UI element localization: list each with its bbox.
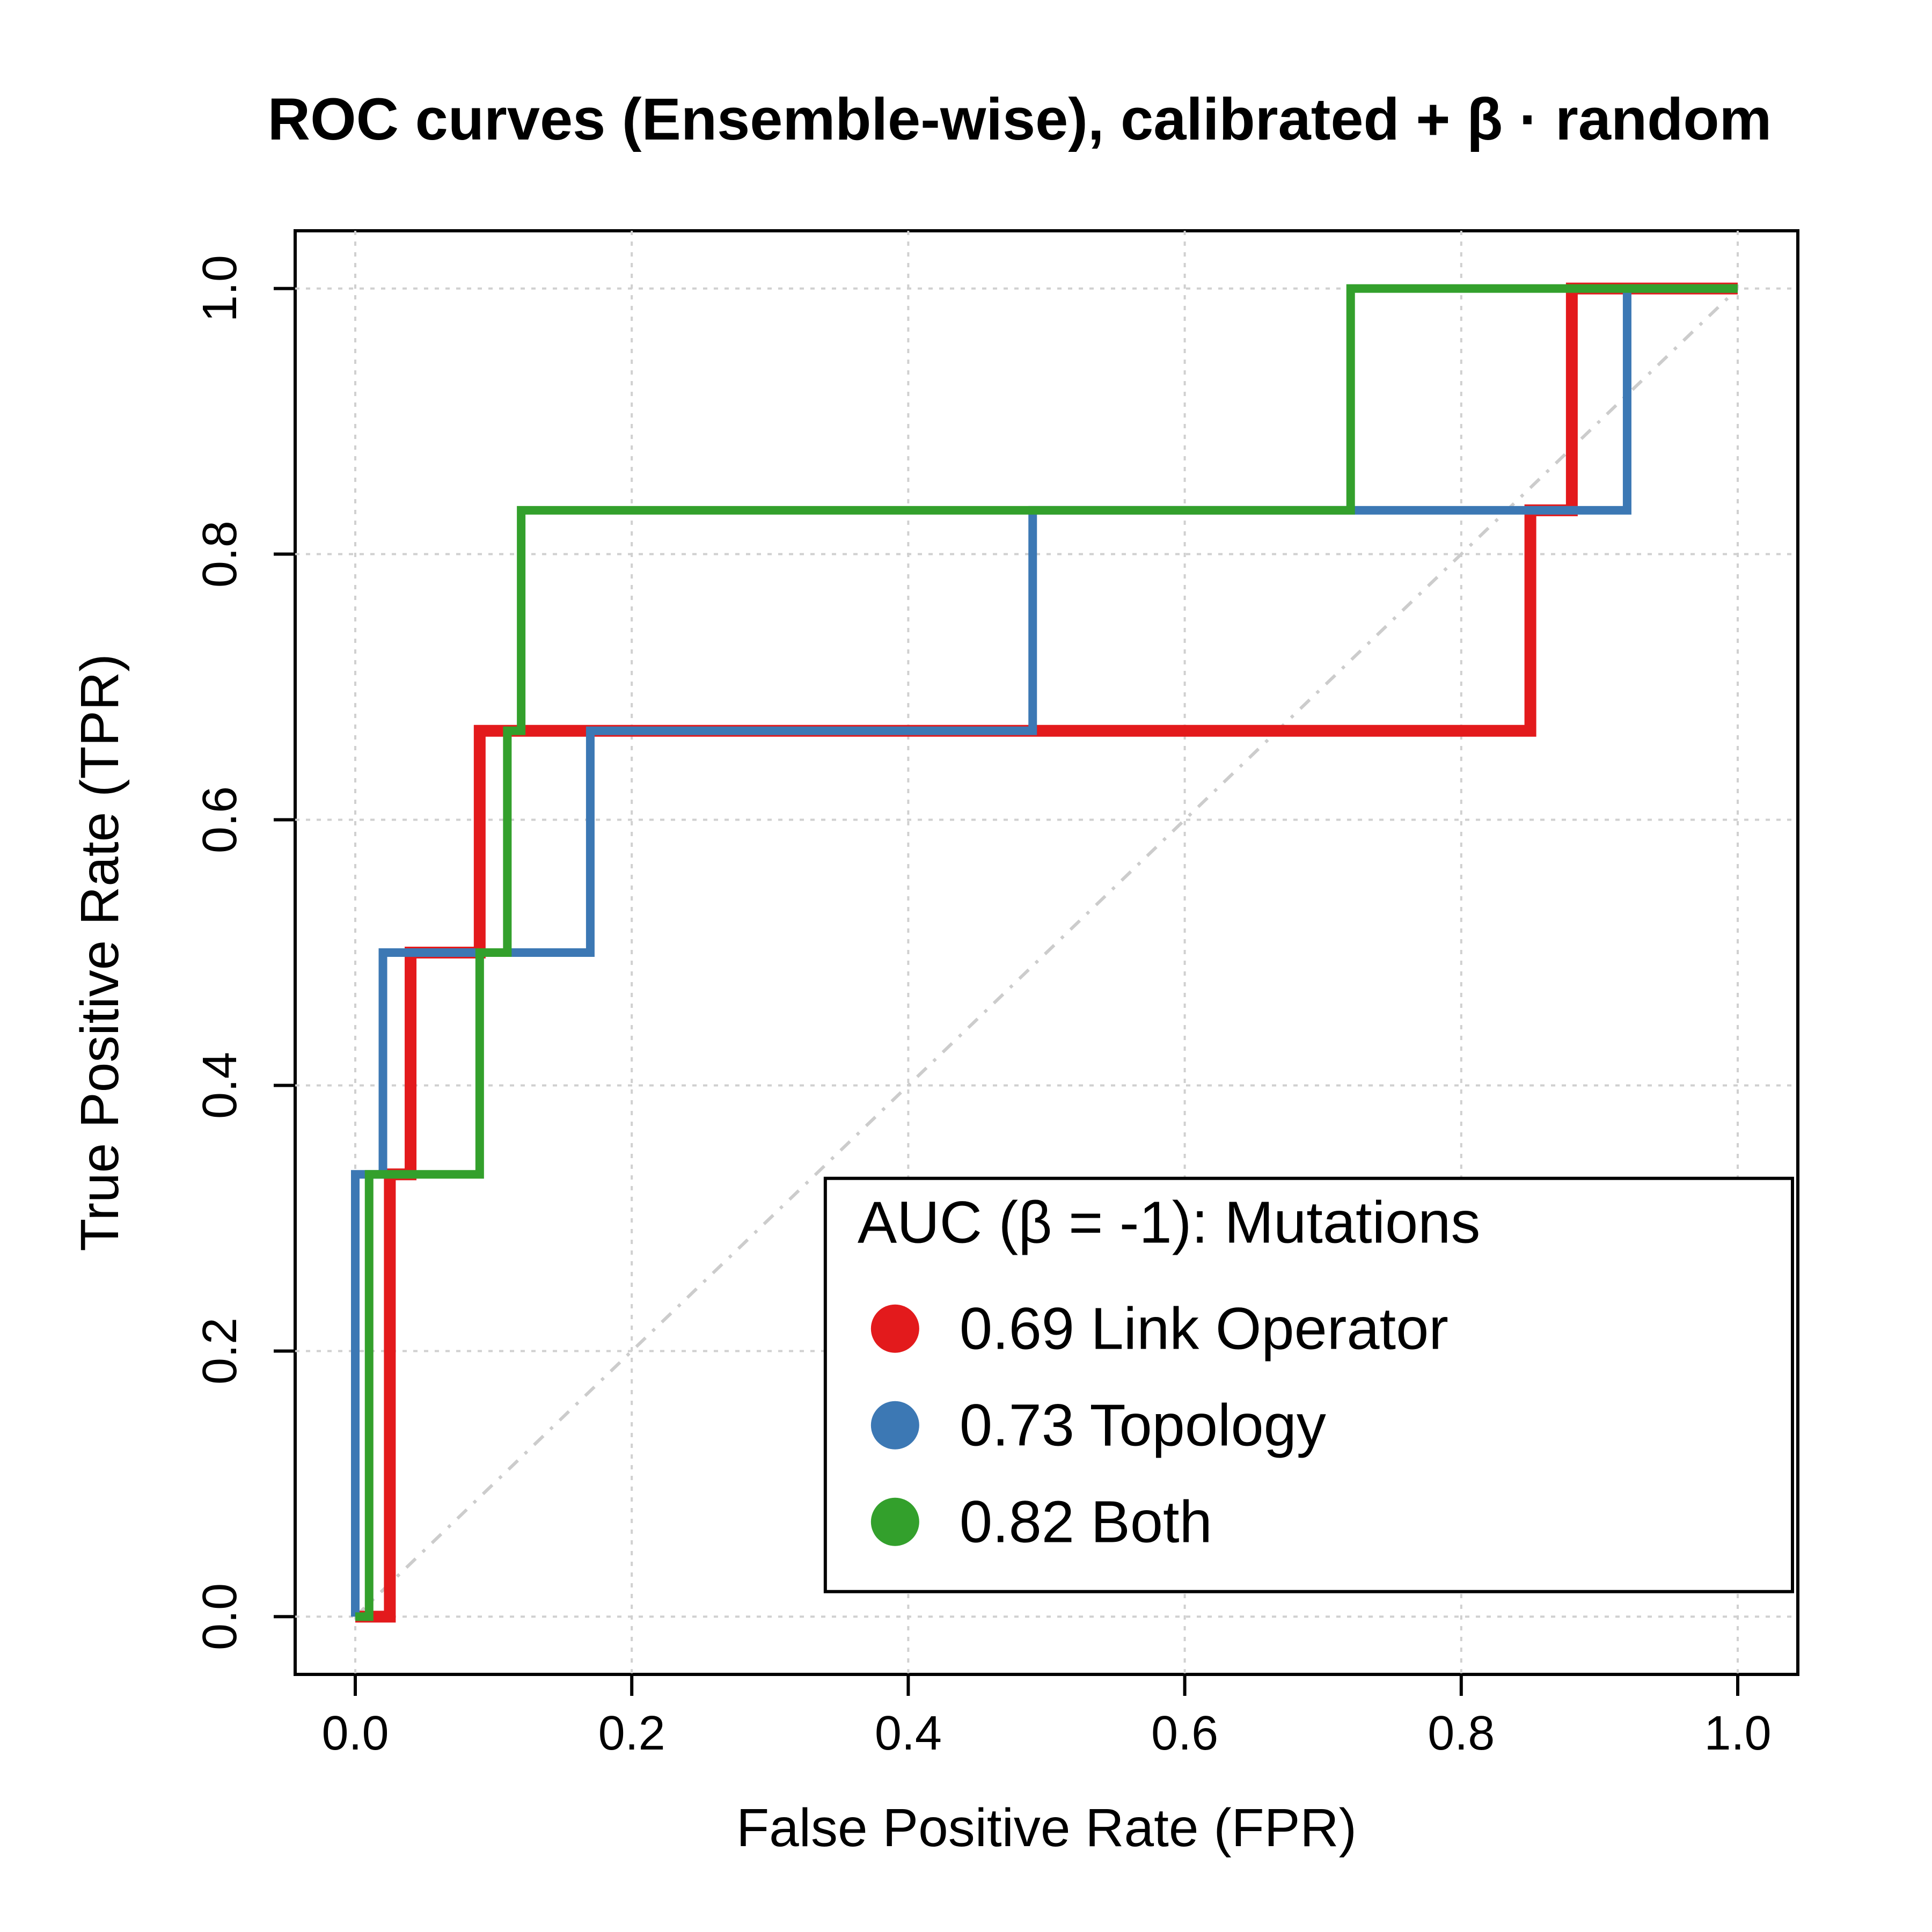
legend-marker [871,1401,919,1450]
legend-marker [871,1498,919,1546]
legend: AUC (β = -1): Mutations 0.69 Link Operat… [825,1179,1792,1592]
x-tick-label: 0.2 [598,1707,665,1760]
roc-chart: ROC curves (Ensemble-wise), calibrated +… [0,0,1932,1932]
chart-title: ROC curves (Ensemble-wise), calibrated +… [268,86,1772,152]
legend-item-label: 0.73 Topology [960,1393,1326,1459]
x-tick-label: 0.4 [875,1707,942,1760]
y-tick-label: 0.2 [193,1318,247,1385]
x-tick-label: 0.6 [1151,1707,1218,1760]
legend-marker [871,1305,919,1353]
y-tick-label: 0.0 [193,1583,247,1650]
legend-title: AUC (β = -1): Mutations [858,1190,1481,1256]
x-tick-label: 1.0 [1704,1707,1771,1760]
legend-item-label: 0.82 Both [960,1489,1212,1555]
y-tick-label: 1.0 [193,255,247,322]
y-axis-label: True Positive Rate (TPR) [70,654,130,1251]
x-axis-ticks: 0.0 0.2 0.4 0.6 0.8 1.0 [321,1674,1771,1760]
y-axis-ticks: 0.0 0.2 0.4 0.6 0.8 1.0 [193,255,295,1650]
x-tick-label: 0.0 [321,1707,389,1760]
x-axis-label: False Positive Rate (FPR) [736,1798,1357,1858]
y-tick-label: 0.4 [193,1052,247,1119]
x-tick-label: 0.8 [1428,1707,1495,1760]
legend-item-label: 0.69 Link Operator [960,1296,1448,1362]
y-tick-label: 0.6 [193,786,247,853]
y-tick-label: 0.8 [193,521,247,588]
